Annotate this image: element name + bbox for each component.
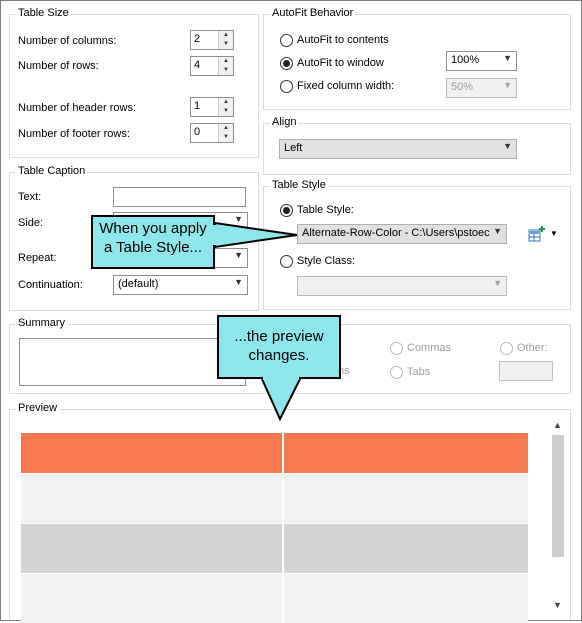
callout-apply-style: When you apply a Table Style...	[91, 215, 215, 269]
chevron-down-icon: ▼	[503, 141, 512, 151]
style-class-select[interactable]: ▼	[297, 276, 507, 296]
tabs-label[interactable]: Tabs	[407, 366, 430, 378]
table-properties-dialog: Table Size Number of columns: 2 ▲ ▼ Numbe…	[0, 0, 582, 623]
caption-continuation-select[interactable]: (default) ▼	[113, 275, 248, 295]
spin-down-icon[interactable]: ▼	[219, 107, 233, 116]
num-header-rows-value: 1	[194, 100, 201, 112]
commas-radio[interactable]	[390, 342, 403, 355]
table-size-group: Table Size Number of columns: 2 ▲ ▼ Numbe…	[9, 7, 259, 158]
align-value: Left	[284, 142, 303, 154]
spin-down-icon[interactable]: ▼	[219, 40, 233, 49]
preview-scrollbar[interactable]: ▲ ▼	[549, 417, 567, 620]
autofit-window-radio[interactable]	[280, 57, 293, 70]
num-header-rows-label: Number of header rows:	[18, 102, 136, 114]
other-label[interactable]: Other:	[517, 342, 548, 354]
chevron-down-icon: ▼	[503, 80, 512, 90]
caption-text-label: Text:	[18, 191, 42, 203]
table-style-radio[interactable]	[280, 204, 293, 217]
autofit-contents-radio[interactable]	[280, 34, 293, 47]
spin-up-icon[interactable]: ▲	[219, 124, 233, 133]
callout-join-cover	[263, 376, 299, 380]
spin-up-icon[interactable]: ▲	[219, 31, 233, 40]
callout-preview-changes: ...the preview changes.	[217, 315, 341, 379]
autofit-window-label[interactable]: AutoFit to window	[297, 57, 384, 69]
num-footer-rows-value: 0	[194, 126, 201, 138]
table-style-title: Table Style	[270, 179, 328, 191]
other-radio[interactable]	[500, 342, 513, 355]
commas-label[interactable]: Commas	[407, 342, 451, 354]
align-title: Align	[270, 116, 299, 128]
num-rows-value: 4	[194, 59, 201, 71]
preview-row-2	[21, 524, 528, 573]
spin-down-icon[interactable]: ▼	[219, 66, 233, 75]
preview-column-divider	[282, 433, 284, 623]
autofit-window-select[interactable]: 100% ▼	[446, 51, 517, 71]
align-group: Align Left ▼	[263, 116, 571, 175]
autofit-group: AutoFit Behavior AutoFit to contents Aut…	[263, 7, 571, 110]
num-footer-rows-spinner[interactable]: 0 ▲ ▼	[190, 123, 234, 143]
preview-row-1	[21, 474, 528, 523]
caption-continuation-label: Continuation:	[18, 279, 83, 291]
scroll-up-icon[interactable]: ▲	[553, 420, 562, 430]
style-class-radio[interactable]	[280, 255, 293, 268]
table-style-label[interactable]: Table Style:	[297, 204, 354, 216]
summary-title: Summary	[16, 317, 68, 329]
callout-preview-text: ...the preview changes.	[234, 328, 324, 364]
scrollbar-thumb[interactable]	[552, 435, 564, 557]
fixed-width-value: 50%	[451, 81, 474, 93]
num-rows-label: Number of rows:	[18, 60, 99, 72]
preview-row-3	[21, 574, 528, 623]
chevron-down-icon: ▼	[234, 214, 243, 224]
scroll-down-icon[interactable]: ▼	[553, 600, 562, 610]
table-style-select[interactable]: Alternate-Row-Color - C:\Users\pstoec ▼	[297, 224, 507, 244]
callout-apply-text: When you apply a Table Style...	[99, 220, 207, 256]
caption-text-input[interactable]	[113, 187, 246, 207]
autofit-title: AutoFit Behavior	[270, 7, 356, 19]
align-select[interactable]: Left ▼	[279, 139, 517, 159]
chevron-down-icon: ▼	[493, 226, 502, 236]
num-columns-value: 2	[194, 33, 201, 45]
style-class-label[interactable]: Style Class:	[297, 255, 355, 267]
num-columns-label: Number of columns:	[18, 35, 117, 47]
preview-table	[21, 433, 528, 623]
autofit-contents-label[interactable]: AutoFit to contents	[297, 34, 389, 46]
other-input[interactable]	[499, 361, 553, 381]
spin-down-icon[interactable]: ▼	[219, 133, 233, 142]
spin-up-icon[interactable]: ▲	[219, 98, 233, 107]
table-style-group: Table Style Table Style: Alternate-Row-C…	[263, 179, 571, 310]
autofit-window-value: 100%	[451, 54, 480, 66]
preview-header-row	[21, 433, 528, 473]
fixed-width-label[interactable]: Fixed column width:	[297, 80, 394, 92]
preview-group: Preview ▲ ▼	[9, 402, 571, 623]
table-caption-title: Table Caption	[16, 165, 88, 177]
chevron-down-icon: ▼	[493, 278, 502, 288]
num-columns-spinner[interactable]: 2 ▲ ▼	[190, 30, 234, 50]
num-header-rows-spinner[interactable]: 1 ▲ ▼	[190, 97, 234, 117]
tabs-radio[interactable]	[390, 366, 403, 379]
caption-side-label: Side:	[18, 217, 44, 229]
fixed-width-radio[interactable]	[280, 80, 293, 93]
callout-join-cover-left	[213, 225, 217, 245]
num-rows-spinner[interactable]: 4 ▲ ▼	[190, 56, 234, 76]
spin-up-icon[interactable]: ▲	[219, 57, 233, 66]
summary-textarea[interactable]	[19, 338, 246, 386]
num-footer-rows-label: Number of footer rows:	[18, 128, 130, 140]
chevron-down-icon: ▼	[234, 277, 243, 287]
chevron-down-icon: ▼	[234, 250, 243, 260]
chevron-down-icon[interactable]: ▼	[550, 229, 558, 238]
table-style-options-icon[interactable]	[528, 225, 546, 243]
continuation-value: (default)	[118, 278, 159, 290]
caption-repeat-label: Repeat:	[18, 252, 57, 264]
chevron-down-icon: ▼	[503, 53, 512, 63]
table-size-title: Table Size	[16, 7, 71, 19]
table-style-value: Alternate-Row-Color - C:\Users\pstoec	[302, 227, 490, 239]
preview-title: Preview	[16, 402, 60, 414]
fixed-width-select[interactable]: 50% ▼	[446, 78, 517, 98]
